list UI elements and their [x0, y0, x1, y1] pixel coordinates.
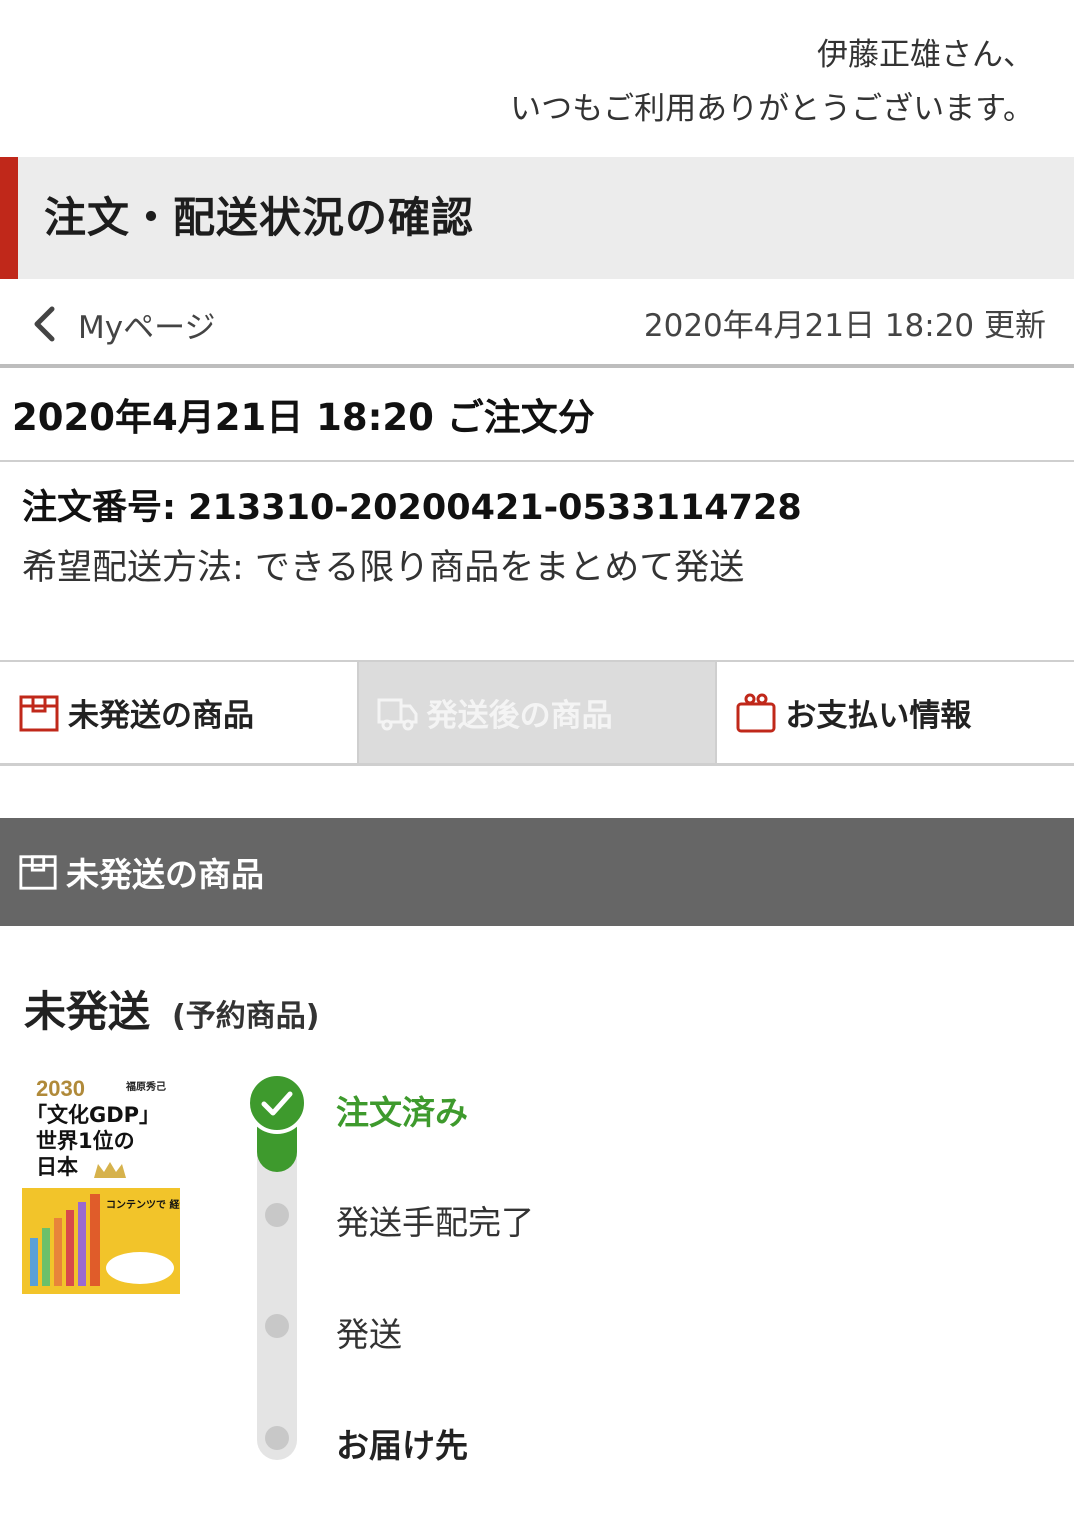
greeting-message: いつもご利用ありがとうございます。: [510, 91, 1034, 127]
section-label: 未発送の商品: [66, 855, 264, 894]
step-done-marker: [246, 1072, 308, 1134]
back-link-label: Myページ: [78, 309, 216, 346]
order-info: 注文番号: 213310-20200421-0533114728 希望配送方法:…: [22, 480, 802, 600]
status-main: 未発送: [24, 987, 151, 1036]
nav-row: Myページ 2020年4月21日 18:20 更新: [0, 280, 1074, 368]
step-pending-dot: [265, 1426, 289, 1450]
header-accent-bar: [0, 157, 18, 279]
order-tabs: 未発送の商品 発送後の商品 お支払い情報: [0, 660, 1074, 766]
book-title-line: 2030: [36, 1076, 85, 1101]
book-band-text: コンテンツで 経済大国に!!: [106, 1198, 180, 1211]
book-author: 福原秀己: [125, 1080, 166, 1093]
tab-label: 未発送の商品: [68, 698, 254, 734]
last-updated-timestamp: 2020年4月21日 18:20 更新: [643, 308, 1046, 344]
tab-label: 発送後の商品: [426, 698, 613, 734]
shipping-method: 希望配送方法: できる限り商品をまとめて発送: [22, 548, 745, 588]
tab-label: お支払い情報: [785, 698, 972, 734]
order-number: 注文番号: 213310-20200421-0533114728: [22, 488, 802, 528]
package-icon: [19, 695, 59, 731]
step-pending-dot: [265, 1314, 289, 1338]
greeting-name: 伊藤正雄さん、: [817, 37, 1034, 73]
step-label-shipped: 発送: [336, 1315, 402, 1354]
tab-payment-info[interactable]: お支払い情報: [715, 662, 1074, 763]
step-pending-dot: [265, 1203, 289, 1227]
book-title-line: 日本: [36, 1155, 78, 1179]
page-header: 注文・配送状況の確認: [0, 157, 1074, 279]
back-to-mypage-link[interactable]: Myページ: [30, 280, 215, 368]
book-title-line: 「文化GDP」: [26, 1103, 160, 1127]
chevron-left-icon: [34, 306, 55, 342]
book-title-line: 世界1位の: [36, 1129, 135, 1153]
step-label-arranged: 発送手配完了: [336, 1203, 534, 1242]
section-header-unshipped: 未発送の商品: [0, 818, 1074, 926]
greeting: 伊藤正雄さん、 いつもご利用ありがとうございます。: [510, 28, 1034, 136]
truck-icon: [377, 698, 418, 730]
book-cover-image[interactable]: 2030 福原秀己 「文化GDP」 世界1位の 日本 コンテンツで 経済大国に!…: [22, 1068, 180, 1294]
status-sub: (予約商品): [172, 999, 320, 1034]
order-date-heading: 2020年4月21日 18:20 ご注文分: [12, 396, 595, 439]
tab-unshipped-items[interactable]: 未発送の商品: [0, 662, 357, 763]
wallet-icon: [736, 693, 776, 732]
step-label-delivery: お届け先: [336, 1426, 468, 1465]
order-heading: 2020年4月21日 18:20 ご注文分: [0, 372, 1074, 462]
tab-shipped-items[interactable]: 発送後の商品: [356, 662, 716, 763]
package-icon: [19, 855, 57, 890]
order-status-page: 伊藤正雄さん、 いつもご利用ありがとうございます。 注文・配送状況の確認 Myペ…: [0, 0, 1074, 1524]
checkmark-icon: [261, 1091, 293, 1116]
page-title: 注文・配送状況の確認: [44, 193, 475, 242]
shipment-status-heading: 未発送 (予約商品): [24, 978, 319, 1039]
step-label-ordered: 注文済み: [336, 1093, 468, 1132]
